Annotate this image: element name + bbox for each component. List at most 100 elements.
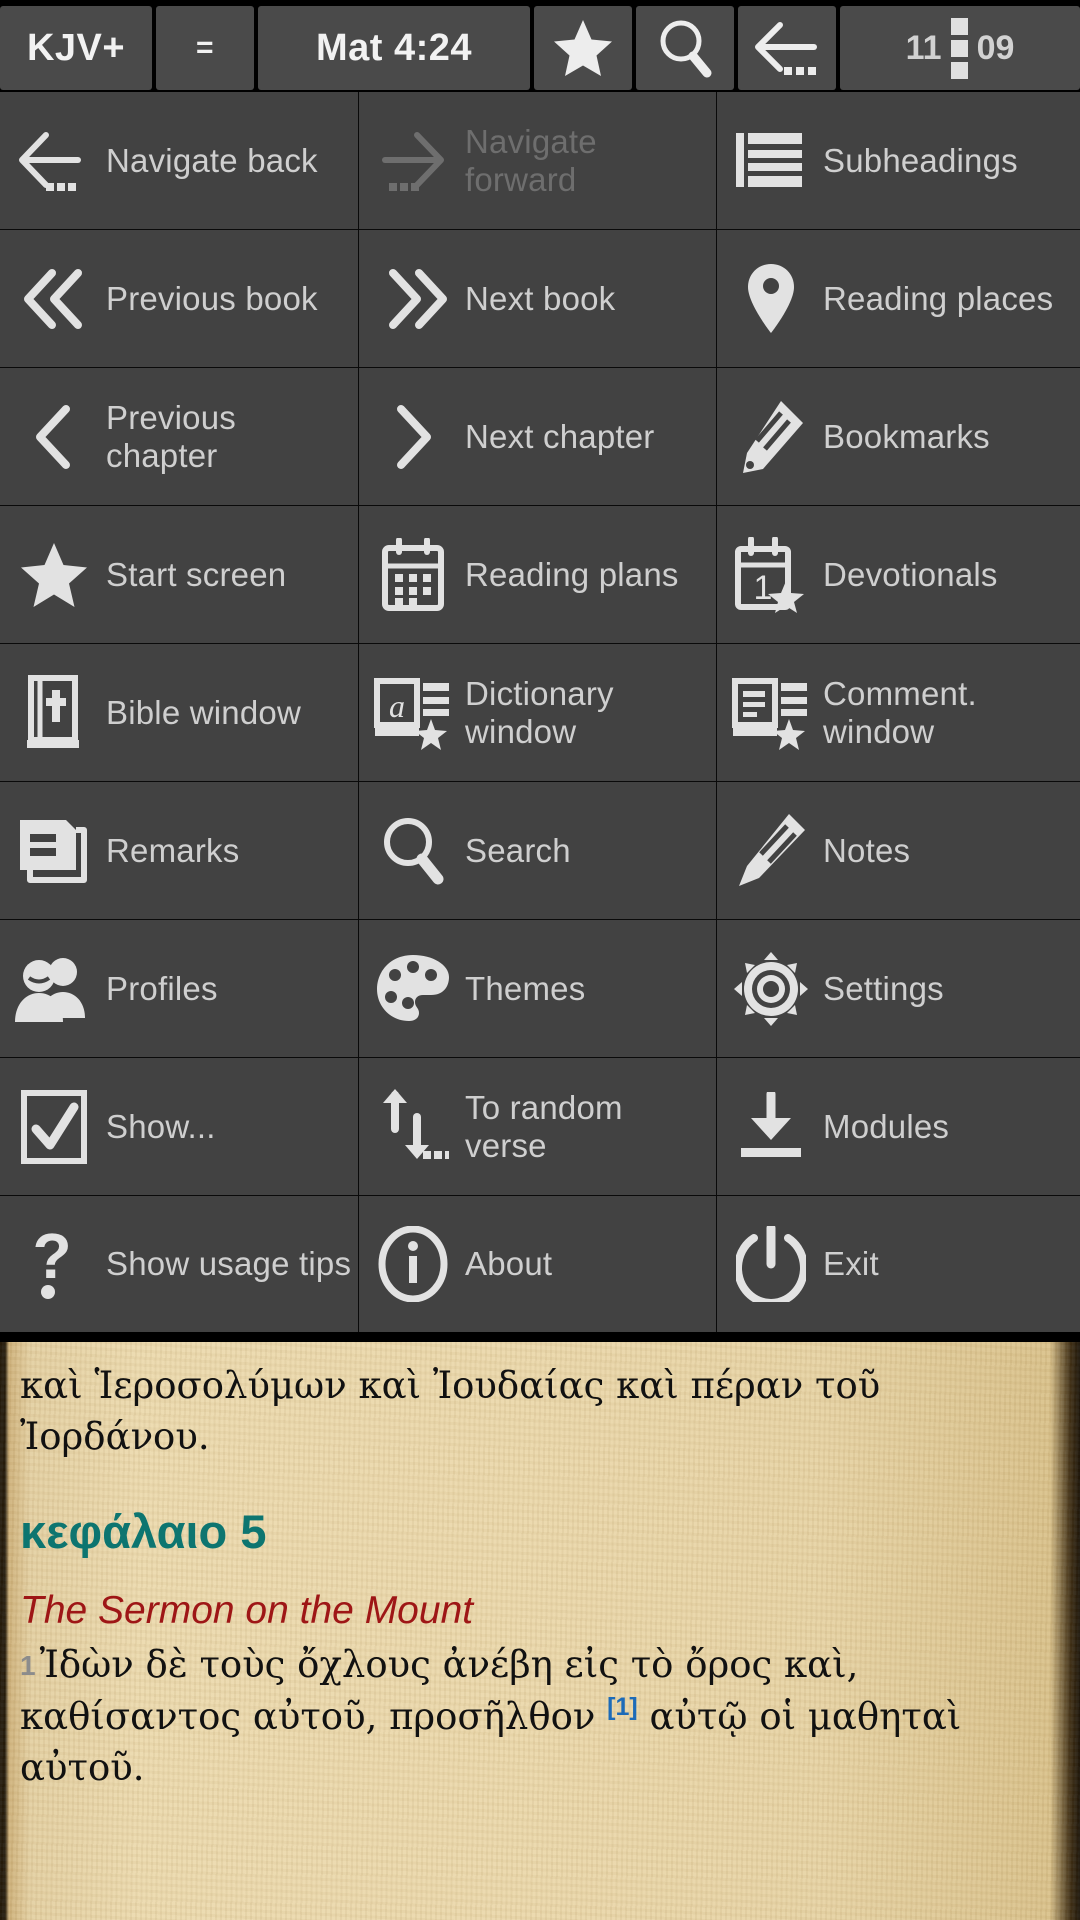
menu-item-label: Previous book: [106, 279, 318, 317]
arrow-left-dots-icon: [14, 115, 94, 207]
menu-item-show-usage-tips[interactable]: ? Show usage tips: [0, 1196, 358, 1332]
main-menu-grid: Navigate back Navigate forward Subheadings…: [0, 92, 1080, 1342]
star-icon: [14, 529, 94, 621]
clock-minutes: 09: [976, 28, 1015, 67]
menu-item-label: Themes: [465, 969, 586, 1007]
menu-item-dictionary-window[interactable]: a Dictionary window: [359, 644, 716, 781]
bookmark-ribbon-icon: [731, 391, 811, 483]
menu-item-start-screen[interactable]: Start screen: [0, 506, 358, 643]
svg-text:?: ?: [32, 1226, 71, 1292]
menu-item-next-book[interactable]: Next book: [359, 230, 716, 367]
menu-item-show[interactable]: Show...: [0, 1058, 358, 1195]
menu-item-bookmarks[interactable]: Bookmarks: [717, 368, 1080, 505]
compare-label: =: [195, 31, 215, 64]
palette-icon: [373, 943, 453, 1035]
menu-item-label: Show usage tips: [106, 1245, 352, 1283]
info-circle-icon: [373, 1218, 453, 1310]
menu-item-settings[interactable]: Settings: [717, 920, 1080, 1057]
translation-label: KJV+: [26, 26, 126, 69]
vertical-menu-icon[interactable]: [950, 17, 968, 79]
footnote-marker[interactable]: [1]: [607, 1693, 638, 1721]
svg-text:a: a: [389, 688, 405, 724]
menu-item-label: To random verse: [465, 1088, 623, 1164]
menu-item-label: Reading places: [823, 279, 1054, 317]
compare-button[interactable]: =: [156, 6, 254, 90]
clock-hours: 11: [905, 28, 942, 67]
verse-1[interactable]: 1 Ἰδὼν δὲ τοὺς ὄχλους ἀνέβη εἰς τὸ ὄρος κ…: [20, 1639, 1044, 1793]
menu-item-reading-plans[interactable]: Reading plans: [359, 506, 716, 643]
bible-book-icon: [14, 667, 94, 759]
section-title: The Sermon on the Mount: [20, 1589, 474, 1633]
menu-item-label: Navigate forward: [465, 122, 597, 198]
menu-item-previous-book[interactable]: Previous book: [0, 230, 358, 367]
navigate-back-button[interactable]: [738, 6, 836, 90]
search-icon: [656, 17, 714, 79]
pencil-icon: [731, 805, 811, 897]
menu-item-previous-chapter[interactable]: Previous chapter: [0, 368, 358, 505]
menu-item-label: Next book: [465, 279, 616, 317]
menu-item-subheadings[interactable]: Subheadings: [717, 92, 1080, 229]
clock-and-menu[interactable]: 11 09: [840, 6, 1080, 90]
question-mark-icon: ?: [14, 1218, 94, 1310]
menu-item-label: Navigate back: [106, 141, 318, 179]
favorites-button[interactable]: [534, 6, 632, 90]
menu-item-themes[interactable]: Themes: [359, 920, 716, 1057]
menu-item-label: Show...: [106, 1107, 216, 1145]
back-arrow-icon: [754, 17, 820, 79]
gear-icon: [731, 943, 811, 1035]
power-icon: [731, 1218, 811, 1310]
star-icon: [552, 18, 614, 78]
menu-item-reading-places[interactable]: Reading places: [717, 230, 1080, 367]
menu-item-label: Bookmarks: [823, 417, 990, 455]
svg-text:1: 1: [754, 569, 773, 607]
menu-item-exit[interactable]: Exit: [717, 1196, 1080, 1332]
arrow-right-dots-icon: [373, 115, 453, 207]
menu-item-navigate-forward: Navigate forward: [359, 92, 716, 229]
menu-item-label: Start screen: [106, 555, 287, 593]
commentary-star-icon: [731, 667, 811, 759]
menu-item-remarks[interactable]: Remarks: [0, 782, 358, 919]
verse-reference-label: Mat 4:24: [315, 26, 473, 69]
menu-item-next-chapter[interactable]: Next chapter: [359, 368, 716, 505]
menu-item-label: Profiles: [106, 969, 218, 1007]
verse-number: 1: [20, 1650, 36, 1682]
menu-item-label: Comment. window: [823, 674, 977, 750]
menu-item-devotionals[interactable]: 1 Devotionals: [717, 506, 1080, 643]
translation-button[interactable]: KJV+: [0, 6, 152, 90]
menu-item-to-random-verse[interactable]: To random verse: [359, 1058, 716, 1195]
menu-item-label: Remarks: [106, 831, 240, 869]
menu-item-bible-window[interactable]: Bible window: [0, 644, 358, 781]
menu-item-comment-window[interactable]: Comment. window: [717, 644, 1080, 781]
menu-item-label: Notes: [823, 831, 911, 869]
checkbox-checked-icon: [14, 1081, 94, 1173]
chapter-heading: κεφάλαιο 5: [20, 1505, 267, 1559]
menu-item-label: Exit: [823, 1245, 879, 1283]
chevron-left-icon: [14, 391, 94, 483]
menu-item-label: Dictionary window: [465, 674, 614, 750]
menu-item-label: Previous chapter: [106, 398, 236, 474]
map-pin-icon: [731, 253, 811, 345]
up-down-arrows-dots-icon: [373, 1081, 453, 1173]
menu-item-label: Reading plans: [465, 555, 679, 593]
profiles-people-icon: [14, 943, 94, 1035]
menu-item-about[interactable]: About: [359, 1196, 716, 1332]
menu-item-label: Bible window: [106, 693, 302, 731]
remarks-note-icon: [14, 805, 94, 897]
calendar-star-icon: 1: [731, 529, 811, 621]
chevron-right-icon: [373, 391, 453, 483]
menu-item-notes[interactable]: Notes: [717, 782, 1080, 919]
menu-item-profiles[interactable]: Profiles: [0, 920, 358, 1057]
reader-pane[interactable]: καὶ Ἱεροσολύμων καὶ Ἰουδαίας καὶ πέραν τ…: [0, 1342, 1080, 1920]
double-chevron-left-icon: [14, 253, 94, 345]
menu-item-modules[interactable]: Modules: [717, 1058, 1080, 1195]
menu-item-label: Next chapter: [465, 417, 655, 455]
menu-item-navigate-back[interactable]: Navigate back: [0, 92, 358, 229]
download-icon: [731, 1081, 811, 1173]
menu-item-label: About: [465, 1245, 553, 1283]
previous-verse-text: καὶ Ἱεροσολύμων καὶ Ἰουδαίας καὶ πέραν τ…: [20, 1364, 881, 1459]
subheadings-lines-icon: [731, 115, 811, 207]
menu-item-search[interactable]: Search: [359, 782, 716, 919]
verse-reference-button[interactable]: Mat 4:24: [258, 6, 530, 90]
search-button[interactable]: [636, 6, 734, 90]
menu-item-label: Modules: [823, 1107, 950, 1145]
